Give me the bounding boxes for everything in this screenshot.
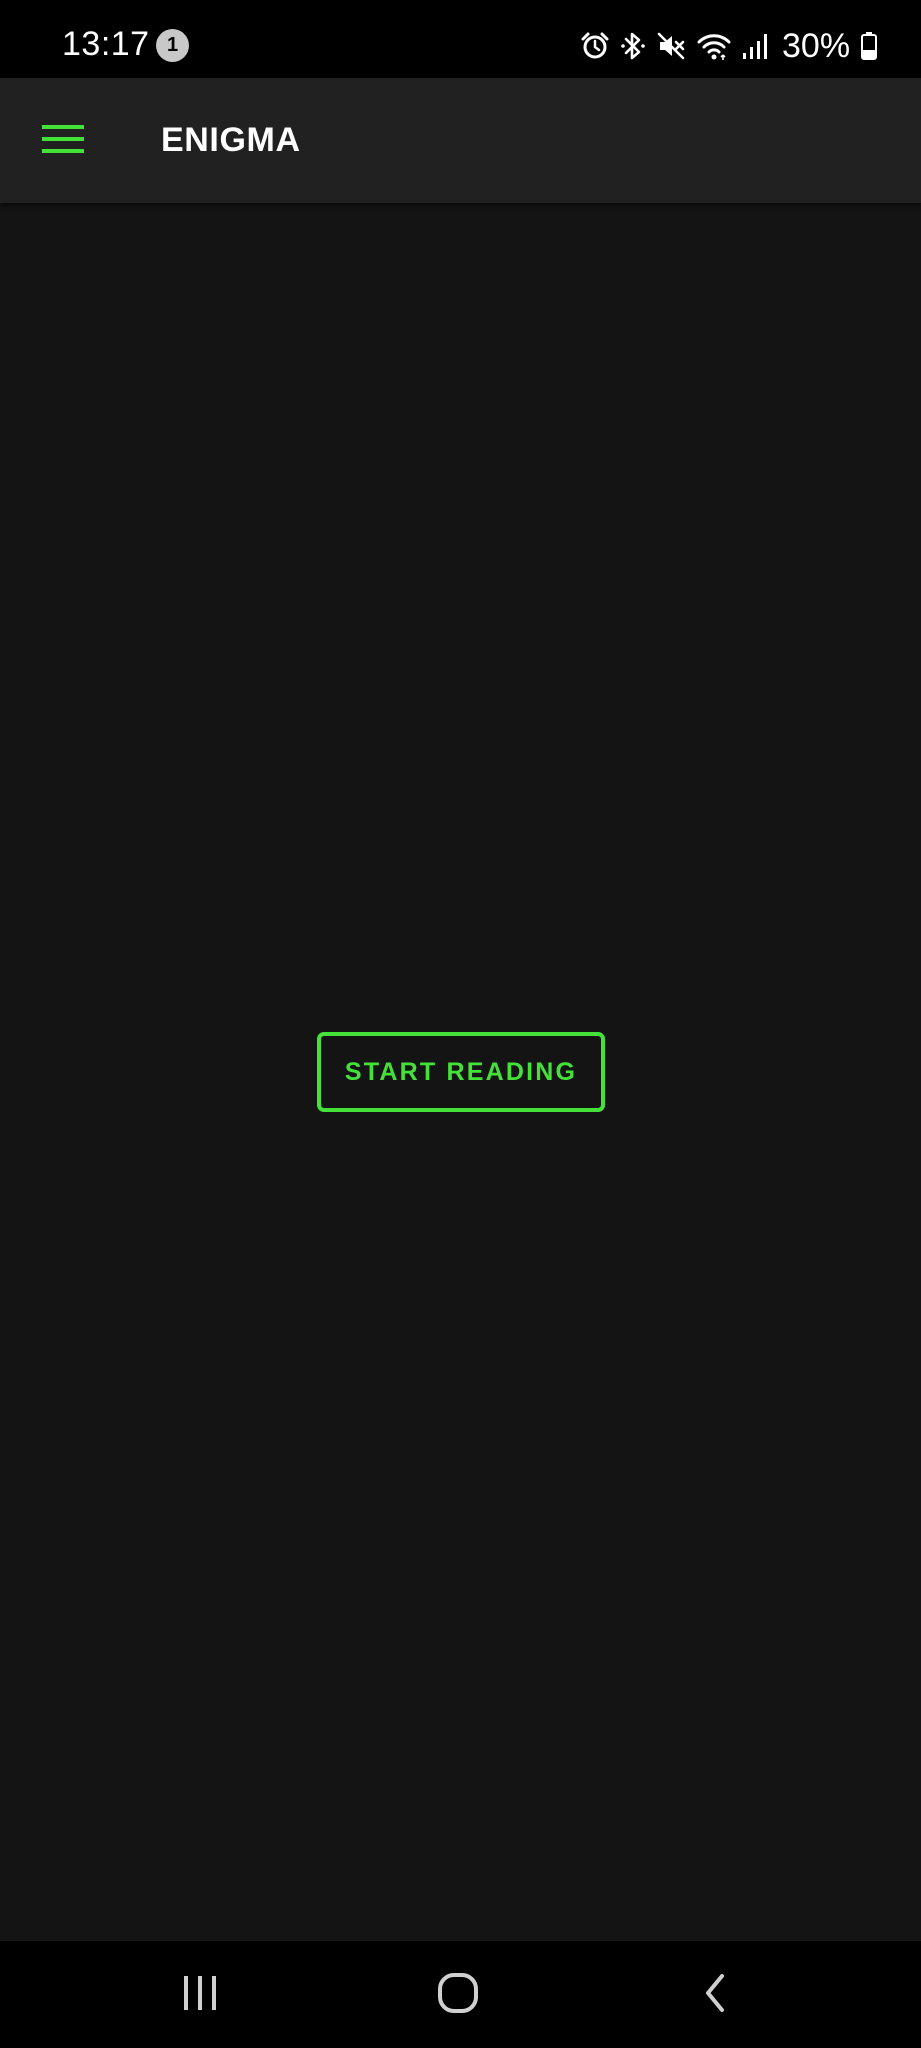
app-title: ENIGMA: [161, 121, 301, 159]
main-content: START READING: [0, 203, 921, 1941]
status-time: 13:17: [62, 25, 150, 63]
battery-percent: 30%: [782, 27, 851, 65]
back-button[interactable]: [660, 1959, 770, 2031]
home-button[interactable]: [403, 1959, 513, 2031]
battery-icon: [860, 31, 878, 61]
recent-apps-icon: [180, 1974, 220, 2017]
menu-button[interactable]: [32, 110, 94, 172]
wifi-icon: [696, 31, 732, 61]
mute-icon: [656, 31, 686, 61]
signal-icon: [742, 31, 768, 61]
recent-apps-button[interactable]: [145, 1959, 255, 2031]
status-icons: 30%: [580, 26, 878, 66]
app-bar: ENIGMA: [0, 78, 921, 203]
notification-count-badge: 1: [156, 29, 189, 62]
bluetooth-icon: [620, 30, 646, 62]
alarm-icon: [580, 31, 610, 61]
start-reading-button[interactable]: START READING: [317, 1032, 605, 1112]
navigation-bar: [0, 1941, 921, 2048]
hamburger-menu-icon: [42, 123, 84, 160]
back-icon: [700, 1972, 730, 2019]
home-icon: [436, 1971, 480, 2020]
status-bar: 13:17 1 30%: [0, 0, 921, 78]
